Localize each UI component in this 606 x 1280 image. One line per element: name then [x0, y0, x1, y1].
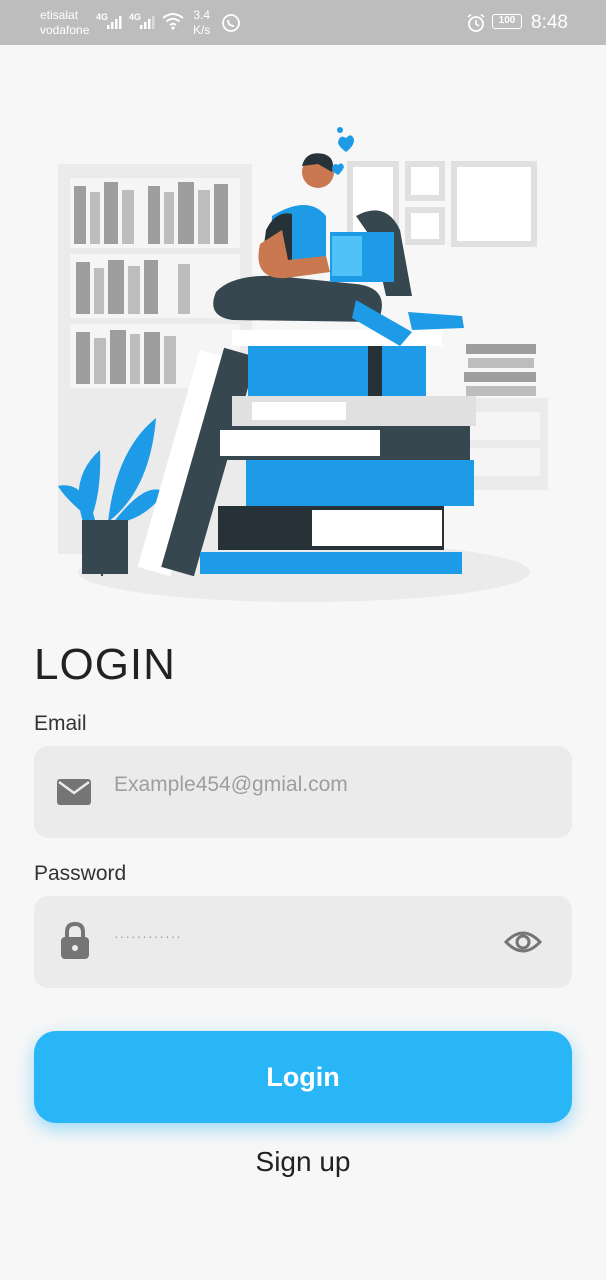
- status-time: 8:48: [531, 12, 568, 33]
- password-value: ············: [114, 928, 182, 944]
- battery-indicator: 100: [492, 14, 522, 29]
- wifi-icon: [162, 13, 184, 30]
- email-label: Email: [34, 712, 87, 735]
- whatsapp-icon: [222, 14, 240, 32]
- network-speed: 3.4 K/s: [193, 8, 210, 38]
- speed-value: 3.4: [193, 8, 211, 22]
- email-field[interactable]: Example454@gmial.com: [34, 746, 572, 838]
- carrier-names: etisalat vodafone: [40, 8, 89, 38]
- speed-unit: K/s: [193, 23, 211, 37]
- carrier-1: etisalat: [40, 8, 79, 22]
- signup-link[interactable]: Sign up: [0, 1146, 606, 1178]
- signal-icon: [107, 16, 122, 29]
- login-button[interactable]: Login: [34, 1031, 572, 1123]
- email-value: Example454@gmial.com: [114, 773, 348, 796]
- status-bar: etisalat vodafone 4G 4G 3.4 K/s 100 8:48: [0, 0, 606, 45]
- password-label: Password: [34, 862, 127, 885]
- carrier-2: vodafone: [40, 23, 90, 37]
- lock-icon: [61, 922, 89, 959]
- reading-illustration: [58, 127, 548, 602]
- email-icon: [57, 779, 91, 805]
- password-field[interactable]: ············: [34, 896, 572, 988]
- signal-icon-2: [140, 16, 155, 29]
- eye-icon[interactable]: [504, 928, 542, 956]
- alarm-icon: [467, 13, 485, 32]
- page-title: LOGIN: [34, 640, 176, 689]
